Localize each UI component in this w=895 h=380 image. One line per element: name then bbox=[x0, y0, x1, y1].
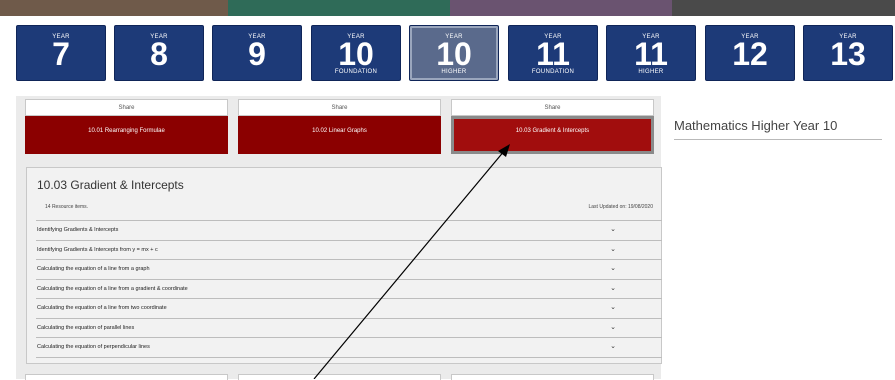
chevron-down-icon[interactable]: ⌄ bbox=[610, 303, 616, 311]
year-number: 13 bbox=[830, 36, 866, 72]
chevron-down-icon[interactable]: ⌄ bbox=[610, 245, 616, 253]
year-10-higher-tile[interactable]: YEAR 10 HIGHER bbox=[409, 25, 499, 81]
topic-button-rearranging-formulae[interactable]: 10.01 Rearranging Formulae bbox=[25, 116, 228, 154]
banner-image bbox=[0, 0, 228, 16]
topic-card: Share 10.02 Linear Graphs bbox=[238, 99, 441, 157]
topic-card: Share 10.03 Gradient & Intercepts bbox=[451, 99, 654, 157]
resource-label: Calculating the equation of perpendicula… bbox=[37, 344, 150, 350]
resource-label: Identifying Gradients & Intercepts from … bbox=[37, 246, 158, 253]
year-10-foundation-tile[interactable]: YEAR 10 FOUNDATION bbox=[311, 25, 401, 81]
year-navigation: YEAR 7 YEAR 8 YEAR 9 YEAR 10 FOUNDATION … bbox=[0, 25, 895, 81]
share-button[interactable]: Share bbox=[25, 99, 228, 116]
topic-card bbox=[238, 374, 441, 380]
banner-image bbox=[450, 0, 672, 16]
panel-title: 10.03 Gradient & Intercepts bbox=[37, 178, 184, 192]
banner-image bbox=[228, 0, 450, 16]
year-subtitle: HIGHER bbox=[441, 69, 467, 75]
year-subtitle: FOUNDATION bbox=[334, 69, 378, 75]
resource-label: Identifying Gradients & Intercepts bbox=[37, 227, 119, 233]
year-subtitle: FOUNDATION bbox=[531, 69, 575, 75]
topic-button-gradient-intercepts[interactable]: 10.03 Gradient & Intercepts bbox=[451, 116, 654, 154]
resource-list: Identifying Gradients & Intercepts ⌄ Ide… bbox=[36, 220, 662, 358]
chevron-down-icon[interactable]: ⌄ bbox=[610, 342, 616, 350]
year-9-tile[interactable]: YEAR 9 bbox=[212, 25, 302, 81]
chevron-down-icon[interactable]: ⌄ bbox=[610, 323, 616, 331]
banner-image bbox=[672, 0, 895, 16]
resource-panel: 10.03 Gradient & Intercepts 14 Resource … bbox=[26, 167, 662, 364]
topic-card bbox=[25, 374, 228, 380]
resource-label: Calculating the equation of a line from … bbox=[37, 305, 167, 311]
list-item[interactable]: Identifying Gradients & Intercepts from … bbox=[36, 239, 662, 260]
year-number: 9 bbox=[248, 36, 266, 72]
list-item[interactable]: Identifying Gradients & Intercepts ⌄ bbox=[36, 220, 662, 240]
topic-card: Share 10.01 Rearranging Formulae bbox=[25, 99, 228, 157]
resource-label: Calculating the equation of a line from … bbox=[37, 266, 150, 272]
list-item[interactable]: Calculating the equation of a line from … bbox=[36, 259, 662, 279]
resource-count: 14 Resource items. bbox=[45, 204, 89, 210]
share-button[interactable]: Share bbox=[238, 99, 441, 116]
list-item[interactable]: Calculating the equation of a line from … bbox=[36, 298, 662, 318]
topic-button-linear-graphs[interactable]: 10.02 Linear Graphs bbox=[238, 116, 441, 154]
year-number: 11 bbox=[634, 36, 668, 72]
list-item[interactable]: Calculating the equation of a line from … bbox=[36, 278, 662, 299]
year-number: 10 bbox=[338, 36, 374, 72]
header-banner bbox=[0, 0, 895, 16]
year-8-tile[interactable]: YEAR 8 bbox=[114, 25, 204, 81]
divider bbox=[36, 356, 662, 358]
year-11-foundation-tile[interactable]: YEAR 11 FOUNDATION bbox=[508, 25, 598, 81]
chevron-down-icon[interactable]: ⌄ bbox=[610, 225, 616, 233]
year-number: 12 bbox=[732, 36, 768, 72]
year-12-tile[interactable]: YEAR 12 bbox=[705, 25, 795, 81]
year-subtitle: HIGHER bbox=[638, 69, 664, 75]
chevron-down-icon[interactable]: ⌄ bbox=[610, 264, 616, 272]
resource-label: Calculating the equation of a line from … bbox=[37, 285, 188, 292]
list-item[interactable]: Calculating the equation of parallel lin… bbox=[36, 317, 662, 338]
year-13-tile[interactable]: YEAR 13 bbox=[803, 25, 893, 81]
year-number: 10 bbox=[436, 36, 472, 72]
last-updated: Last Updated on: 19/08/2020 bbox=[588, 204, 654, 210]
year-number: 8 bbox=[150, 36, 168, 72]
year-number: 11 bbox=[536, 36, 570, 72]
year-11-higher-tile[interactable]: YEAR 11 HIGHER bbox=[606, 25, 696, 81]
divider bbox=[674, 139, 882, 140]
resource-label: Calculating the equation of parallel lin… bbox=[37, 324, 135, 331]
share-button[interactable]: Share bbox=[451, 99, 654, 116]
year-7-tile[interactable]: YEAR 7 bbox=[16, 25, 106, 81]
list-item[interactable]: Calculating the equation of perpendicula… bbox=[36, 337, 662, 357]
page-title: Mathematics Higher Year 10 bbox=[674, 118, 838, 133]
chevron-down-icon[interactable]: ⌄ bbox=[610, 284, 616, 292]
topic-card bbox=[451, 374, 654, 380]
year-number: 7 bbox=[52, 36, 70, 72]
